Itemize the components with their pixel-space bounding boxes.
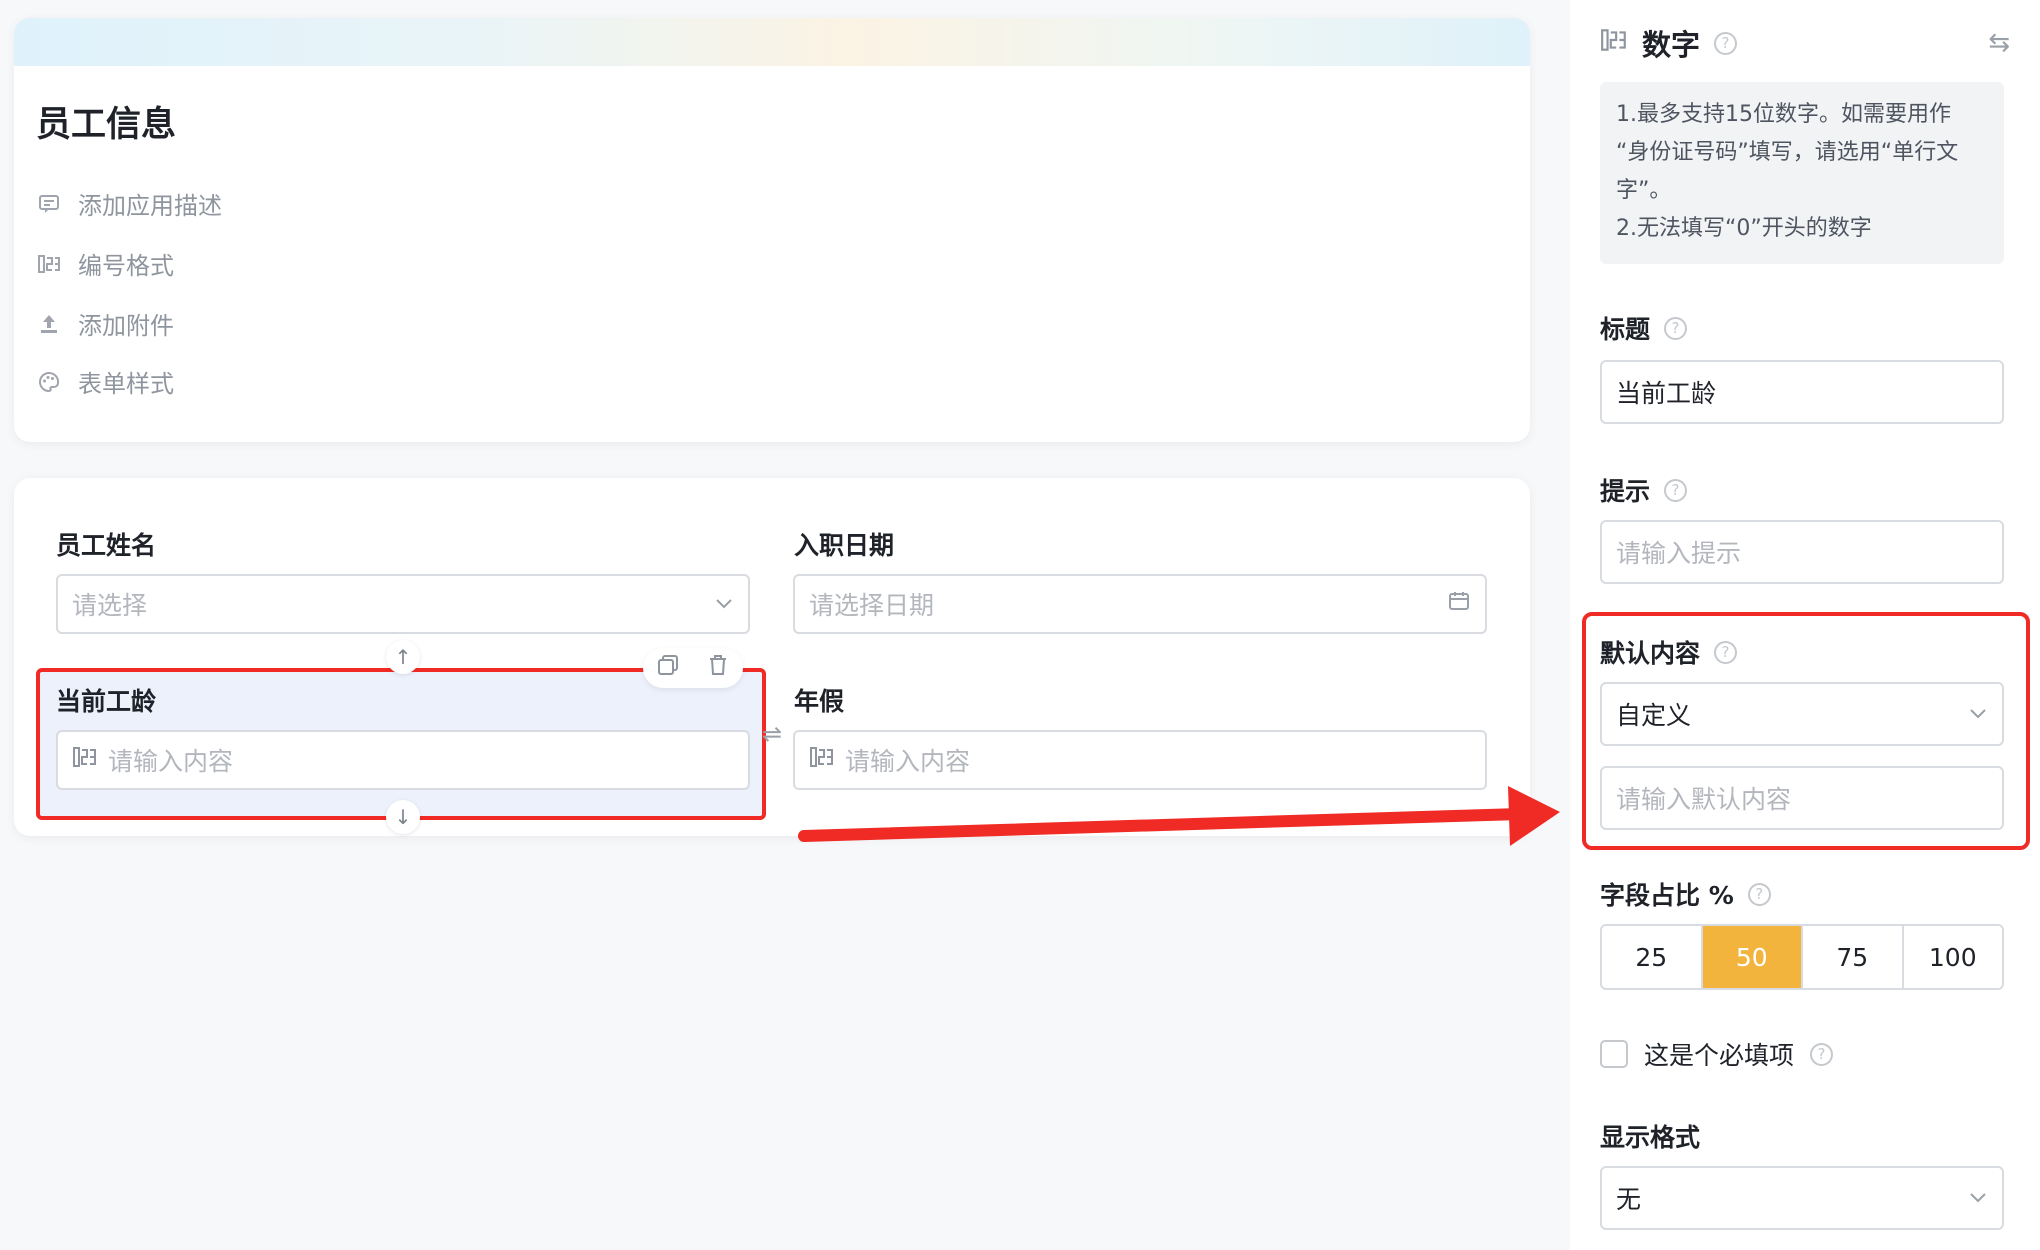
required-checkbox[interactable] — [1600, 1040, 1628, 1068]
annual-leave-label: 年假 — [794, 687, 845, 716]
hint-label-text: 提示 — [1600, 477, 1651, 506]
display-format-label: 显示格式 — [1600, 1118, 1700, 1154]
resize-handle-icon[interactable]: ⇌ — [762, 720, 782, 748]
hire-date-picker[interactable]: 请选择日期 — [793, 574, 1487, 634]
help-icon[interactable]: ? — [1810, 1042, 1834, 1066]
width-option-50[interactable]: 50 — [1702, 926, 1803, 988]
help-icon[interactable]: ? — [1664, 478, 1688, 502]
help-icon[interactable]: ? — [1714, 31, 1738, 55]
number-format-icon — [36, 251, 62, 277]
number-format-option[interactable]: 编号格式 — [36, 246, 174, 281]
tip-line: 字”。 — [1616, 178, 1672, 203]
field-width-segmented: 25 50 75 100 — [1600, 924, 2004, 990]
panel-title: 数字 ? — [1600, 22, 1738, 64]
default-content-highlight — [1582, 612, 2030, 850]
title-input[interactable]: 当前工龄 — [1600, 360, 2004, 424]
display-format-value: 无 — [1616, 1185, 1642, 1214]
panel-title-text: 数字 — [1642, 28, 1701, 62]
number-tip-box: 1.最多支持15位数字。如需要用作 “身份证号码”填写，请选用“单行文 字”。 … — [1600, 82, 2004, 264]
title-field-label: 标题 ? — [1600, 310, 1688, 346]
field-toolbar — [643, 648, 743, 688]
insert-above-handle[interactable]: ↑ — [386, 640, 420, 674]
display-format-select[interactable]: 无 — [1600, 1166, 2004, 1230]
number-format-label: 编号格式 — [78, 252, 174, 280]
comment-icon — [36, 191, 62, 217]
hint-input-placeholder: 请输入提示 — [1616, 539, 1742, 568]
form-style-label: 表单样式 — [78, 370, 174, 398]
title-input-value: 当前工龄 — [1616, 379, 1717, 408]
hint-input[interactable]: 请输入提示 — [1600, 520, 2004, 584]
help-icon[interactable]: ? — [1664, 316, 1688, 340]
add-attachment-label: 添加附件 — [78, 312, 174, 340]
width-option-100[interactable]: 100 — [1904, 926, 2003, 988]
number-icon — [72, 745, 98, 775]
number-icon — [1600, 26, 1628, 61]
tip-line: “身份证号码”填写，请选用“单行文 — [1616, 140, 1959, 165]
form-canvas: 员工信息 添加应用描述 编号格式 添加附件 表单样式 员工姓名 请选择 入职日期… — [0, 0, 1570, 1250]
add-description-option[interactable]: 添加应用描述 — [36, 186, 222, 221]
calendar-icon — [1447, 589, 1471, 619]
palette-icon — [36, 369, 62, 395]
add-attachment-option[interactable]: 添加附件 — [36, 306, 174, 341]
header-gradient-banner — [14, 18, 1530, 66]
add-description-label: 添加应用描述 — [78, 192, 222, 220]
field-width-label: 字段占比 % ? — [1600, 876, 1771, 912]
employee-name-placeholder: 请选择 — [72, 591, 148, 620]
annual-leave-input[interactable]: 请输入内容 — [793, 730, 1487, 790]
insert-below-handle[interactable]: ↓ — [386, 800, 420, 834]
copy-icon[interactable] — [656, 653, 680, 683]
required-label: 这是个必填项 — [1644, 1041, 1795, 1070]
chevron-down-icon — [714, 590, 734, 619]
employee-name-label: 员工姓名 — [56, 531, 157, 560]
seniority-input[interactable]: 请输入内容 — [56, 730, 750, 790]
switch-type-icon[interactable]: ⇆ — [1988, 28, 2010, 58]
employee-name-select[interactable]: 请选择 — [56, 574, 750, 634]
form-title[interactable]: 员工信息 — [36, 96, 176, 147]
hire-date-placeholder: 请选择日期 — [809, 591, 935, 620]
field-width-label-text: 字段占比 % — [1600, 881, 1734, 910]
display-format-label-text: 显示格式 — [1600, 1123, 1701, 1152]
width-option-75[interactable]: 75 — [1803, 926, 1904, 988]
required-row: 这是个必填项 ? — [1600, 1036, 1834, 1072]
upload-icon — [36, 311, 62, 337]
seniority-label: 当前工龄 — [56, 687, 157, 716]
form-style-option[interactable]: 表单样式 — [36, 364, 174, 399]
width-option-25[interactable]: 25 — [1602, 926, 1703, 988]
chevron-down-icon — [1968, 1184, 1988, 1213]
form-header-card — [14, 18, 1530, 442]
hint-field-label: 提示 ? — [1600, 472, 1688, 508]
tip-line: 1.最多支持15位数字。如需要用作 — [1616, 102, 1951, 127]
title-label-text: 标题 — [1600, 315, 1651, 344]
help-icon[interactable]: ? — [1747, 882, 1771, 906]
annual-leave-placeholder: 请输入内容 — [845, 747, 971, 776]
number-icon — [809, 745, 835, 775]
delete-icon[interactable] — [706, 653, 730, 683]
hire-date-label: 入职日期 — [794, 531, 895, 560]
seniority-placeholder: 请输入内容 — [108, 747, 234, 776]
tip-line: 2.无法填写“0”开头的数字 — [1616, 216, 1872, 241]
